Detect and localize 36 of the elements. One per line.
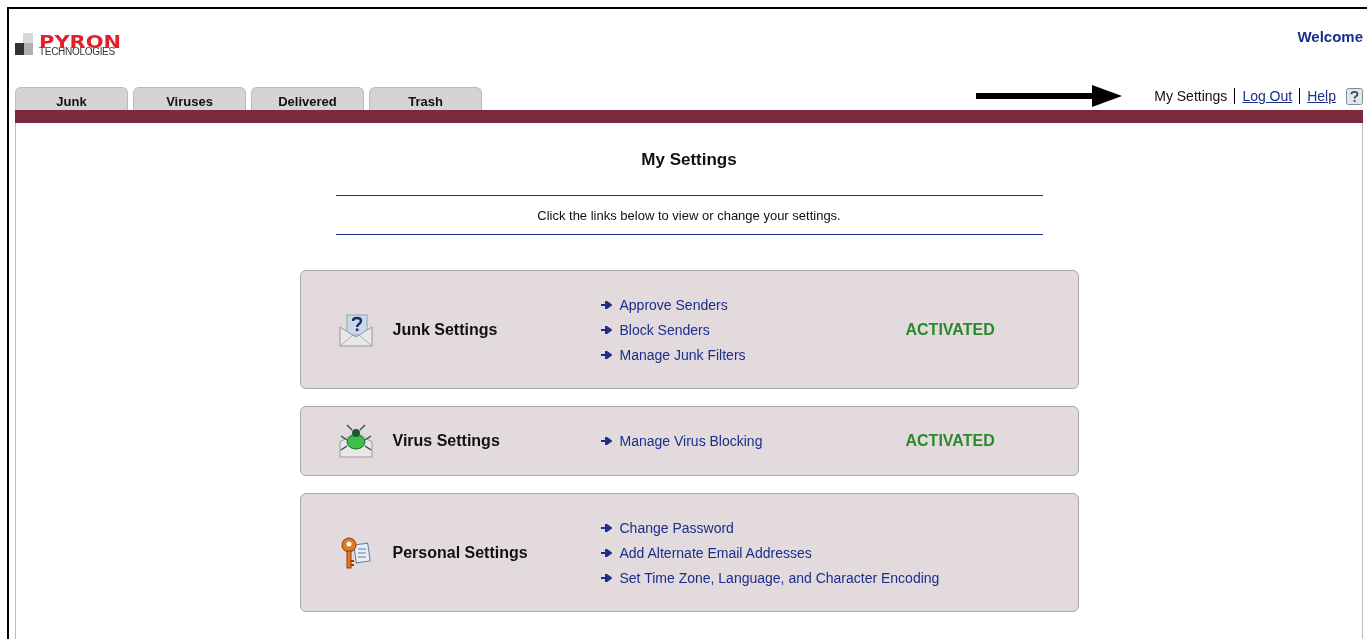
welcome-text: Welcome xyxy=(1297,28,1363,45)
status-label: ACTIVATED xyxy=(905,320,995,338)
settings-link[interactable]: Manage Junk Filters xyxy=(619,346,746,363)
bug-envelope-icon xyxy=(338,424,373,458)
settings-link[interactable]: Set Time Zone, Language, and Character Encoding xyxy=(619,569,940,586)
arrow-icon xyxy=(600,300,612,309)
arrow-icon xyxy=(600,437,612,445)
section-title: Junk Settings xyxy=(392,320,499,339)
arrow-icon xyxy=(600,548,612,557)
help-icon[interactable] xyxy=(1346,87,1363,105)
tab[interactable]: Viruses xyxy=(133,87,246,110)
page-title: My Settings xyxy=(641,150,737,170)
section-title: Personal Settings xyxy=(392,543,529,562)
settings-link[interactable]: Change Password xyxy=(619,519,734,536)
logo-name: PYRON xyxy=(39,34,122,47)
settings-link[interactable]: Approve Senders xyxy=(619,296,728,313)
settings-link[interactable]: Add Alternate Email Addresses xyxy=(619,544,812,561)
key-document-icon xyxy=(338,535,373,570)
tab[interactable]: Trash xyxy=(369,87,482,110)
tab[interactable]: Junk xyxy=(15,87,128,110)
tab[interactable]: Delivered xyxy=(251,87,364,110)
envelope-question-icon xyxy=(338,312,373,347)
arrow-icon xyxy=(600,325,612,334)
logo-icon xyxy=(15,33,35,55)
arrow-icon xyxy=(600,573,612,582)
arrow-icon xyxy=(600,350,612,359)
nav-link[interactable]: Log Out xyxy=(1234,88,1300,104)
settings-link[interactable]: Manage Virus Blocking xyxy=(619,433,763,449)
intro-text: Click the links below to view or change your settings. xyxy=(537,207,841,223)
settings-link[interactable]: Block Senders xyxy=(619,321,710,338)
nav-link[interactable]: Help xyxy=(1299,88,1343,104)
arrow-icon xyxy=(600,523,612,532)
logo-subtitle: TECHNOLOGIES xyxy=(39,47,115,57)
current-page-label: My Settings xyxy=(1154,88,1229,104)
status-label: ACTIVATED xyxy=(905,432,995,449)
section-title: Virus Settings xyxy=(392,432,501,450)
